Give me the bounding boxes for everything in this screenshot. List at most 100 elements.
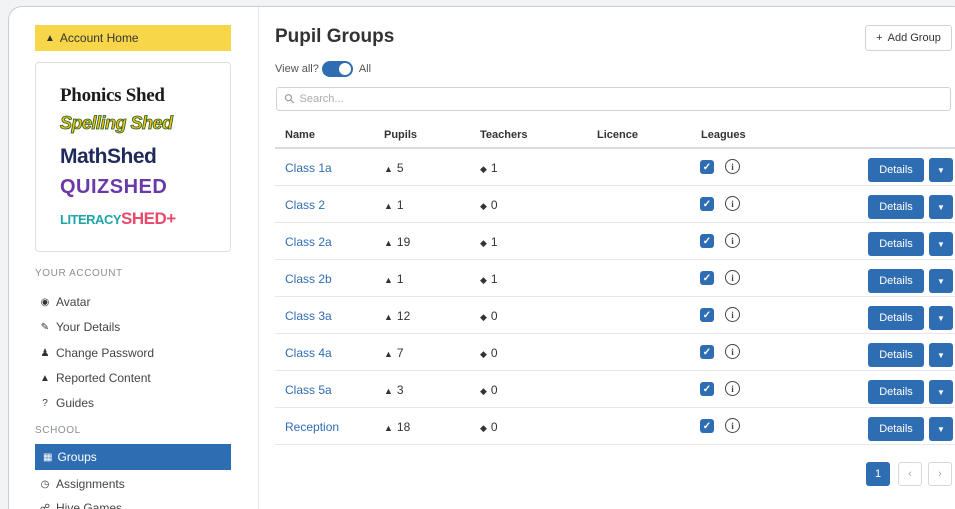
group-name-link[interactable]: Class 5a <box>285 383 332 397</box>
sidebar-item-your-details[interactable]: ✎ Your Details <box>39 320 120 334</box>
account-home-link[interactable]: ▲ Account Home <box>35 25 231 51</box>
info-icon[interactable]: i <box>725 381 740 396</box>
info-icon[interactable]: i <box>725 418 740 433</box>
teacher-count-value: 1 <box>490 161 498 175</box>
sidebar-item-reported-content[interactable]: ▲ Reported Content <box>39 371 151 385</box>
view-all-value: All <box>358 63 372 75</box>
chevron-down-icon[interactable]: ▼ <box>929 195 953 219</box>
graduation-cap-icon: ◆ <box>480 423 487 433</box>
pagination-page-1[interactable]: 1 <box>866 462 890 486</box>
info-icon[interactable]: i <box>725 270 740 285</box>
pupil-count: ▲ 5 <box>384 161 404 175</box>
search-bar: ⚲ <box>276 87 951 111</box>
chevron-down-icon[interactable]: ▼ <box>929 343 953 367</box>
pupil-count-value: 5 <box>396 161 404 175</box>
info-icon[interactable]: i <box>725 159 740 174</box>
home-icon: ▲ <box>45 32 55 44</box>
column-header-pupils: Pupils <box>384 129 418 141</box>
grid-icon: ▦ <box>43 451 53 463</box>
pupil-count-value: 19 <box>396 235 411 249</box>
group-name-link[interactable]: Class 3a <box>285 309 332 323</box>
column-header-name: Name <box>285 129 315 141</box>
table-row: Class 1a ▲ 5 ◆ 1 ✓ i Details ▼ <box>275 149 955 186</box>
pupil-count: ▲ 7 <box>384 346 404 360</box>
table-row: Class 2 ▲ 1 ◆ 0 ✓ i Details ▼ <box>275 186 955 223</box>
teacher-count: ◆ 0 <box>480 309 498 323</box>
table-row: Class 2b ▲ 1 ◆ 1 ✓ i Details ▼ <box>275 260 955 297</box>
details-button[interactable]: Details <box>868 417 924 441</box>
group-name-link[interactable]: Class 2b <box>285 272 332 286</box>
quizshed-logo[interactable]: QUIZSHED <box>60 176 167 199</box>
details-button[interactable]: Details <box>868 232 924 256</box>
details-button[interactable]: Details <box>868 269 924 293</box>
chevron-down-icon[interactable]: ▼ <box>929 232 953 256</box>
chevron-down-icon[interactable]: ▼ <box>929 158 953 182</box>
teacher-count-value: 0 <box>490 383 498 397</box>
add-group-button[interactable]: + Add Group <box>865 25 952 51</box>
group-name-link[interactable]: Class 1a <box>285 161 332 175</box>
info-icon[interactable]: i <box>725 233 740 248</box>
sidebar-item-label: Reported Content <box>56 371 151 385</box>
info-icon[interactable]: i <box>725 344 740 359</box>
sidebar-item-label: Change Password <box>56 346 155 360</box>
table-row: Reception ▲ 18 ◆ 0 ✓ i Details ▼ <box>275 408 955 445</box>
group-name-link[interactable]: Class 2 <box>285 198 325 212</box>
chevron-down-icon[interactable]: ▼ <box>929 380 953 404</box>
column-header-licence: Licence <box>597 129 638 141</box>
teacher-count: ◆ 0 <box>480 420 498 434</box>
sidebar-item-groups[interactable]: ▦ Groups <box>35 444 231 470</box>
info-icon[interactable]: i <box>725 307 740 322</box>
leagues-checkbox[interactable]: ✓ <box>700 197 714 211</box>
leagues-checkbox[interactable]: ✓ <box>700 382 714 396</box>
sidebar-item-label: Groups <box>57 450 97 464</box>
sidebar-item-assignments[interactable]: ◷ Assignments <box>39 477 125 491</box>
details-button[interactable]: Details <box>868 380 924 404</box>
leagues-checkbox[interactable]: ✓ <box>700 234 714 248</box>
info-icon[interactable]: i <box>725 196 740 211</box>
leagues-checkbox[interactable]: ✓ <box>700 308 714 322</box>
pupil-count: ▲ 1 <box>384 272 404 286</box>
sidebar-item-avatar[interactable]: ◉ Avatar <box>39 295 91 309</box>
sidebar-item-label: Assignments <box>56 477 125 491</box>
pupil-count-value: 1 <box>396 272 404 286</box>
warning-icon: ▲ <box>40 372 50 384</box>
graduation-cap-icon: ◆ <box>480 238 487 248</box>
spelling-shed-logo[interactable]: Spelling Shed <box>60 113 174 134</box>
view-all-toggle[interactable] <box>321 61 353 77</box>
graduation-cap-icon: ◆ <box>480 275 487 285</box>
sidebar-item-change-password[interactable]: ♟ Change Password <box>39 346 155 360</box>
network-icon: ☍ <box>39 502 51 509</box>
pagination-prev-icon[interactable]: ‹ <box>898 462 922 486</box>
leagues-checkbox[interactable]: ✓ <box>700 271 714 285</box>
page-title: Pupil Groups <box>275 26 395 47</box>
details-button[interactable]: Details <box>868 306 924 330</box>
teacher-count-value: 0 <box>490 309 498 323</box>
details-button[interactable]: Details <box>868 158 924 182</box>
search-input[interactable] <box>299 93 900 105</box>
chevron-down-icon[interactable]: ▼ <box>929 269 953 293</box>
details-button[interactable]: Details <box>868 343 924 367</box>
literacy-shed-logo[interactable]: LITERACYSHED+ <box>60 209 176 229</box>
brand-logos-panel: Phonics Shed Spelling Shed MathShed QUIZ… <box>35 62 231 252</box>
group-name-link[interactable]: Class 2a <box>285 235 332 249</box>
teacher-count-value: 0 <box>490 198 498 212</box>
leagues-checkbox[interactable]: ✓ <box>700 345 714 359</box>
leagues-checkbox[interactable]: ✓ <box>700 160 714 174</box>
user-icon: ▲ <box>384 312 393 322</box>
graduation-cap-icon: ◆ <box>480 312 487 322</box>
group-name-link[interactable]: Reception <box>285 420 339 434</box>
column-header-leagues: Leagues <box>701 129 746 141</box>
sidebar-item-guides[interactable]: ? Guides <box>39 396 94 410</box>
group-name-link[interactable]: Class 4a <box>285 346 332 360</box>
sidebar-item-label: Your Details <box>56 320 121 334</box>
leagues-checkbox[interactable]: ✓ <box>700 419 714 433</box>
column-header-teachers: Teachers <box>480 129 528 141</box>
sidebar-item-hive-games[interactable]: ☍ Hive Games <box>39 501 122 509</box>
pagination-next-icon[interactable]: › <box>928 462 952 486</box>
mathshed-logo[interactable]: MathShed <box>60 145 157 169</box>
phonics-shed-logo[interactable]: Phonics Shed <box>60 85 165 107</box>
graduation-cap-icon: ◆ <box>480 201 487 211</box>
chevron-down-icon[interactable]: ▼ <box>929 417 953 441</box>
chevron-down-icon[interactable]: ▼ <box>929 306 953 330</box>
details-button[interactable]: Details <box>868 195 924 219</box>
